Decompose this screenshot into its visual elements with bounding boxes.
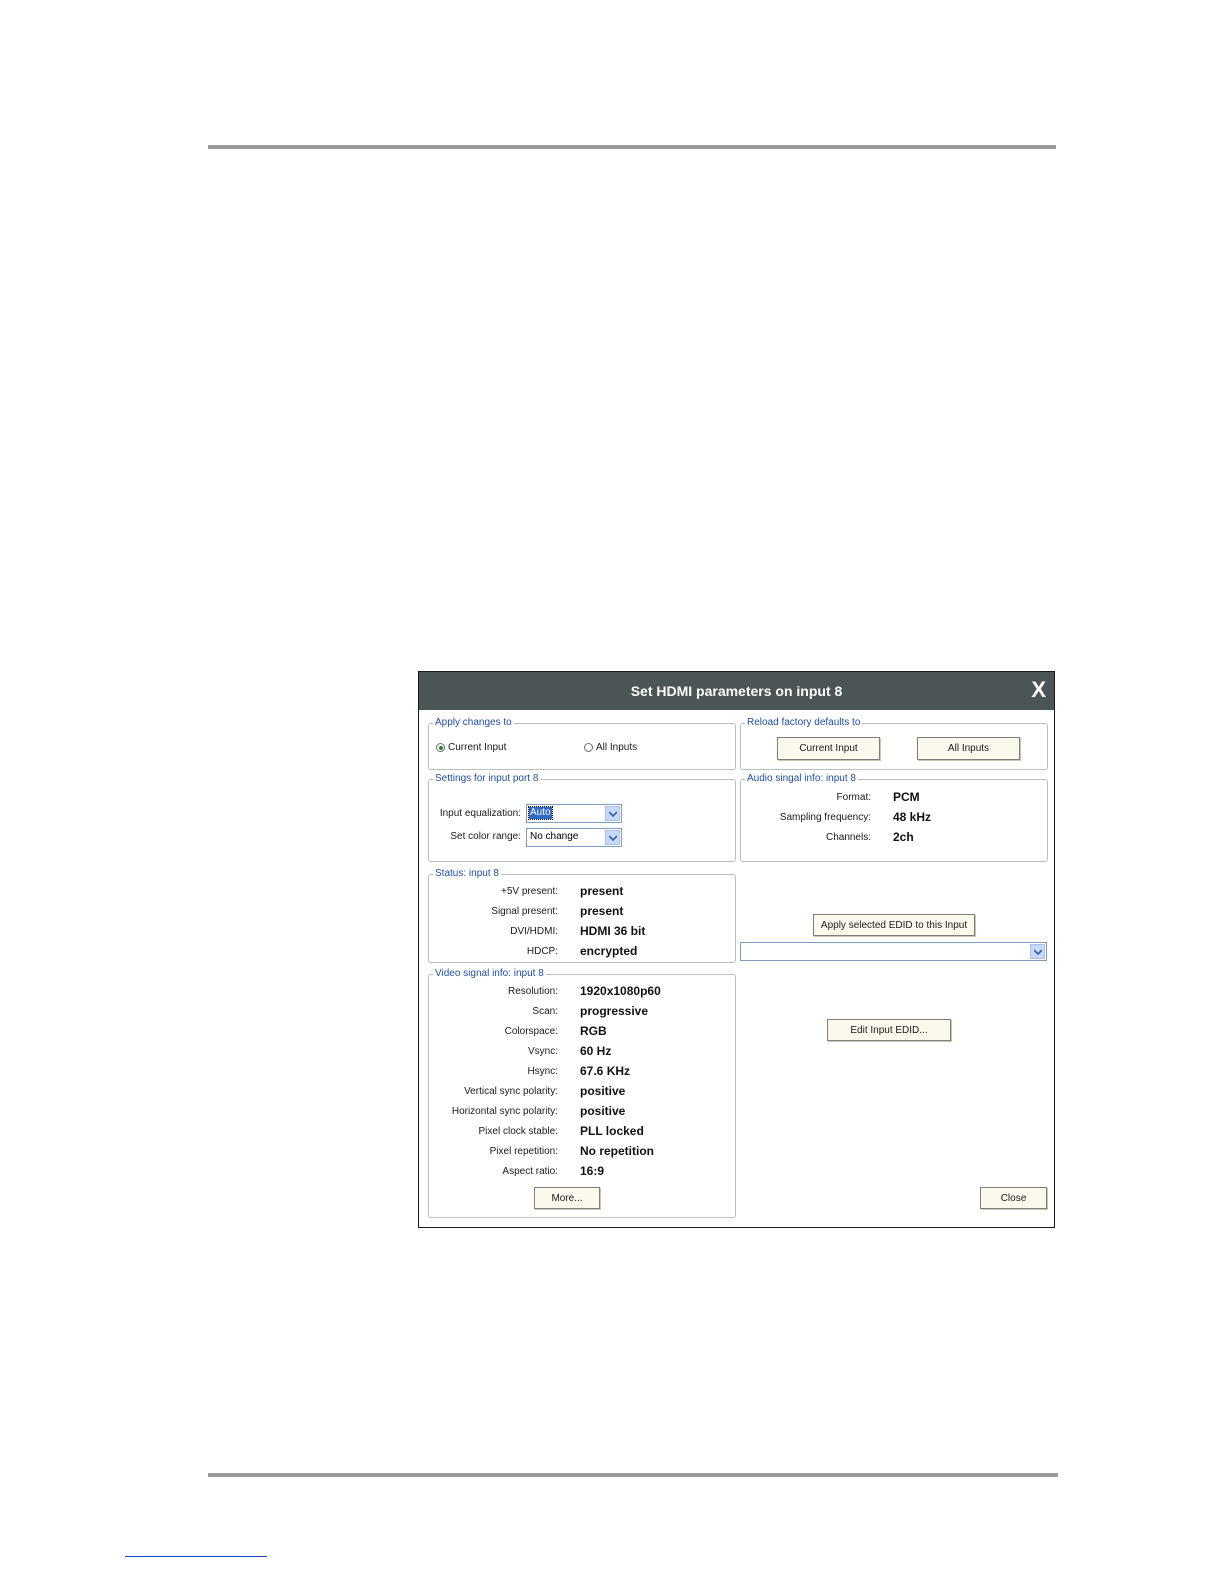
equalization-value: Auto [528,806,553,820]
apply-edid-button[interactable]: Apply selected EDID to this Input [813,914,975,936]
chevron-down-icon [1030,944,1045,959]
audio-sampling-label: Sampling frequency: [779,812,871,823]
settings-legend: Settings for input port 8 [435,773,539,784]
footer-rule [208,1473,1058,1477]
video-resolution-label: Resolution: [507,986,558,997]
radio-all-inputs-label: All Inputs [596,742,638,753]
video-info-legend: Video signal info: input 8 [435,968,544,979]
video-scan-label: Scan: [532,1006,558,1017]
video-vsync-label: Vsync: [527,1046,558,1057]
video-resolution-value: 1920x1080p60 [580,984,661,998]
color-range-value: No change [530,831,579,842]
reload-current-input-button[interactable]: Current Input [777,737,880,760]
status-dvi-hdmi-label: DVI/HDMI: [510,926,558,937]
audio-format-label: Format: [836,792,871,803]
audio-channels-value: 2ch [893,830,914,844]
video-hsync-value: 67.6 KHz [580,1064,631,1078]
chevron-down-icon [605,830,620,845]
reload-defaults-legend: Reload factory defaults to [747,717,861,728]
status-signal-value: present [580,904,624,918]
equalization-select[interactable]: Auto [526,804,622,823]
header-rule [208,145,1056,149]
color-range-select[interactable]: No change [526,828,622,847]
close-button[interactable]: Close [980,1187,1047,1209]
status-5v-label: +5V present: [501,886,558,897]
audio-format-value: PCM [893,790,920,804]
dialog-title: Set HDMI parameters on input 8 [630,683,843,699]
video-hpol-value: positive [580,1104,626,1118]
more-button[interactable]: More... [534,1187,600,1209]
status-dvi-hdmi-value: HDMI 36 bit [580,924,646,938]
hdmi-parameters-dialog: Set HDMI parameters on input 8 X Apply c… [418,671,1055,1228]
status-5v-value: present [580,884,624,898]
video-colorspace-label: Colorspace: [504,1026,558,1037]
status-signal-label: Signal present: [491,906,558,917]
audio-channels-label: Channels: [825,832,871,843]
radio-selected-icon [436,743,445,752]
video-aspect-label: Aspect ratio: [502,1166,558,1177]
video-pixclock-label: Pixel clock stable: [478,1126,558,1137]
radio-current-input[interactable]: Current Input [436,742,506,753]
video-vpol-value: positive [580,1084,626,1098]
video-scan-value: progressive [580,1004,649,1018]
apply-changes-legend: Apply changes to [435,717,512,728]
reload-all-inputs-button[interactable]: All Inputs [917,737,1020,760]
equalization-label: Input equalization: [439,808,521,819]
video-pixrep-value: No repetition [580,1144,654,1158]
dialog-titlebar: Set HDMI parameters on input 8 X [419,672,1054,710]
status-hdcp-label: HDCP: [526,946,558,957]
video-pixclock-value: PLL locked [580,1124,644,1138]
audio-info-legend: Audio singal info: input 8 [747,773,856,784]
radio-current-input-label: Current Input [448,742,507,753]
status-hdcp-value: encrypted [580,944,638,958]
video-aspect-value: 16:9 [580,1164,605,1178]
edit-edid-button[interactable]: Edit Input EDID... [827,1019,951,1041]
video-vpol-label: Vertical sync polarity: [464,1086,558,1097]
video-colorspace-value: RGB [580,1024,607,1038]
edid-select[interactable] [740,942,1047,961]
radio-all-inputs[interactable]: All Inputs [584,742,637,753]
audio-sampling-value: 48 kHz [893,810,932,824]
color-range-label: Set color range: [450,831,521,842]
close-icon[interactable]: X [1031,677,1046,703]
video-hsync-label: Hsync: [527,1066,558,1077]
chevron-down-icon [605,806,620,821]
video-vsync-value: 60 Hz [580,1044,612,1058]
radio-unselected-icon [584,743,593,752]
status-legend: Status: input 8 [435,868,499,879]
video-pixrep-label: Pixel repetition: [489,1146,558,1157]
footer-link-underline [125,1556,267,1557]
video-hpol-label: Horizontal sync polarity: [451,1106,558,1117]
